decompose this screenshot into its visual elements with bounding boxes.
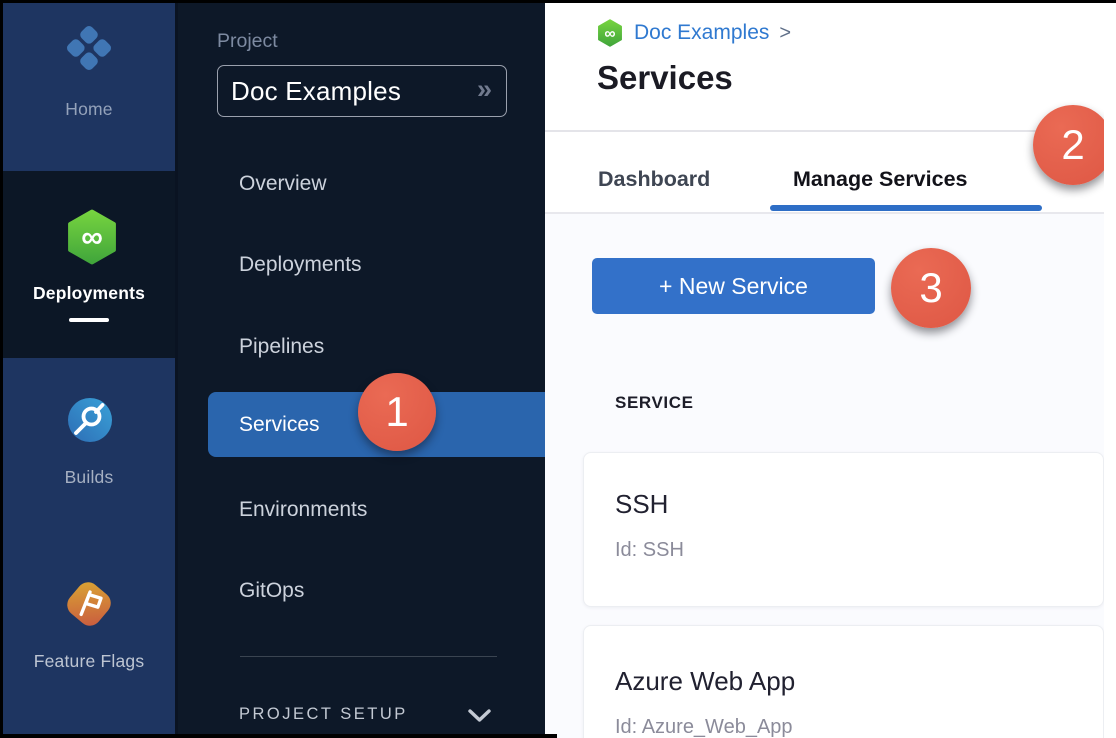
header-divider [545,130,1104,132]
sidebar-divider [240,656,497,657]
sidebar-item-gitops[interactable]: GitOps [239,576,304,606]
service-column-header: SERVICE [615,393,694,413]
frame-border-top [0,0,1116,3]
double-chevron-icon: » [477,76,492,107]
right-gutter [1104,3,1116,738]
sidebar-item-builds[interactable]: Builds [3,467,175,488]
project-hexagon-icon: ∞ [596,19,624,47]
project-section-label: Project [217,30,278,53]
project-setup-label: PROJECT SETUP [239,705,408,724]
tab-bar-divider [545,212,1104,214]
project-selector-value: Doc Examples [231,76,477,107]
svg-text:∞: ∞ [81,221,103,254]
breadcrumb-project-link[interactable]: Doc Examples [634,21,769,45]
sidebar-item-home[interactable]: Home [3,99,175,120]
service-name: SSH [615,489,668,520]
sidebar-item-services-label: Services [239,392,320,457]
active-tab-underline [770,205,1042,211]
deployments-active-underline [69,318,109,322]
deployments-icon[interactable]: ∞ [64,209,120,265]
annotation-badge-3: 3 [891,248,971,328]
service-card-azure-web-app[interactable]: Azure Web App Id: Azure_Web_App [583,625,1104,738]
chevron-down-icon [466,707,493,724]
service-id: Id: SSH [615,539,684,562]
sidebar-item-feature-flags[interactable]: Feature Flags [3,651,175,672]
service-card-ssh[interactable]: SSH Id: SSH [583,452,1104,607]
annotation-badge-1: 1 [358,373,436,451]
tab-dashboard[interactable]: Dashboard [598,163,710,195]
builds-icon[interactable] [66,396,114,444]
new-service-button[interactable]: + New Service [592,258,875,314]
home-icon[interactable] [61,20,117,76]
sidebar-item-overview[interactable]: Overview [239,169,327,199]
service-name: Azure Web App [615,666,795,697]
module-rail: Home ∞ Deployments Builds Feature Flags [3,3,178,734]
breadcrumb-separator-icon: > [779,22,791,45]
project-sidebar: Project Doc Examples » Overview Deployme… [178,3,545,734]
sidebar-item-environments[interactable]: Environments [239,495,367,525]
sidebar-item-pipelines[interactable]: Pipelines [239,332,324,362]
project-selector[interactable]: Doc Examples » [217,65,507,117]
feature-flags-icon[interactable] [64,579,114,629]
sidebar-item-deployments-project[interactable]: Deployments [239,250,362,280]
service-id: Id: Azure_Web_App [615,716,793,738]
page-title: Services [597,59,733,97]
project-setup-toggle[interactable]: PROJECT SETUP [239,702,499,730]
frame-border-left [0,0,3,738]
sidebar-item-deployments[interactable]: Deployments [3,283,175,304]
breadcrumb: ∞ Doc Examples > [596,18,791,48]
annotation-badge-2: 2 [1033,105,1104,185]
app-window: Home ∞ Deployments Builds Feature Flags … [0,0,1116,738]
tab-manage-services[interactable]: Manage Services [793,163,968,195]
main-content: ∞ Doc Examples > Services Dashboard Mana… [545,3,1104,738]
frame-border-bottom [0,734,557,738]
svg-text:∞: ∞ [604,25,615,42]
